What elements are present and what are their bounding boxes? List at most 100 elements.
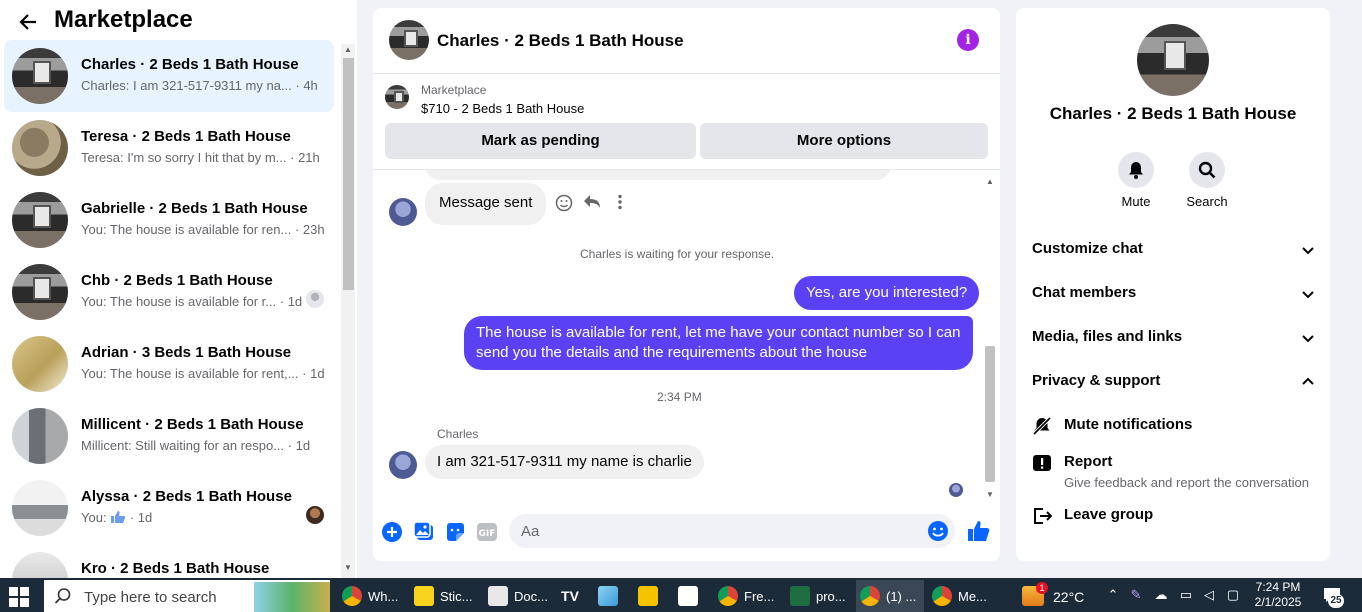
message-input[interactable]: [509, 514, 955, 548]
conversation-list: Charles · 2 Beds 1 Bath House Charles: I…: [4, 40, 334, 578]
plus-icon[interactable]: [381, 521, 403, 543]
conversation-item[interactable]: Charles · 2 Beds 1 Bath House Charles: I…: [4, 40, 334, 112]
scroll-up-icon[interactable]: ▲: [341, 44, 355, 56]
taskbar-app-notepad[interactable]: [594, 580, 624, 612]
system-clock[interactable]: 7:24 PM 2/1/2025: [1248, 580, 1308, 610]
conversation-preview: You: The house is available for r... · 1…: [81, 294, 303, 309]
info-icon[interactable]: i: [957, 29, 979, 51]
mute-notifications-item[interactable]: Mute notifications: [1032, 416, 1322, 440]
conversation-name: Chb · 2 Beds 1 Bath House: [81, 272, 273, 289]
chevron-up-icon: [1302, 377, 1314, 385]
message-thread: Message sent Charles is waiting for your…: [373, 170, 1000, 503]
like-thumbs-up-icon[interactable]: [967, 519, 990, 541]
document-icon: [488, 586, 508, 606]
listing-thumbnail[interactable]: [385, 85, 409, 109]
seen-avatar: [306, 506, 324, 524]
conversation-scrollbar[interactable]: ▲ ▼: [341, 44, 355, 578]
conversation-name: Kro · 2 Beds 1 Bath House: [81, 560, 270, 577]
listing-thumbnail: [12, 480, 68, 536]
taskbar-app-sticky-notes[interactable]: Stic...: [410, 580, 478, 612]
scroll-down-icon[interactable]: ▼: [341, 562, 355, 574]
sticker-icon[interactable]: [444, 521, 466, 543]
more-actions-icon[interactable]: [610, 194, 630, 214]
conversation-item[interactable]: Chb · 2 Beds 1 Bath House You: The house…: [4, 256, 334, 328]
search-label: Search: [1186, 194, 1228, 209]
emoji-icon[interactable]: [927, 520, 949, 542]
taskbar-search[interactable]: Type here to search: [44, 580, 330, 612]
media-files-links-section[interactable]: Media, files and links: [1032, 318, 1316, 358]
pen-icon[interactable]: ✎: [1128, 587, 1144, 603]
chat-avatar[interactable]: [389, 20, 429, 60]
section-title: Chat members: [1032, 284, 1137, 301]
taskbar-app-exness[interactable]: [634, 580, 664, 612]
scroll-down-icon[interactable]: ▼: [983, 489, 997, 501]
message-bubble-partial: [425, 170, 891, 180]
waiting-notice: Charles is waiting for your response.: [580, 247, 775, 261]
listing-thumbnail: [12, 336, 68, 392]
report-item[interactable]: Report Give feedback and report the conv…: [1032, 453, 1322, 493]
conversation-preview: You: The house is available for rent,...…: [81, 366, 325, 381]
conversation-item[interactable]: Teresa · 2 Beds 1 Bath House Teresa: I'm…: [4, 112, 334, 184]
gif-icon[interactable]: GIF: [476, 521, 498, 543]
listing-label: Marketplace: [421, 83, 487, 97]
mute-button[interactable]: Mute: [1106, 152, 1166, 209]
taskbar-app-file[interactable]: [674, 580, 704, 612]
back-arrow-icon[interactable]: [14, 8, 42, 36]
item-label: Report: [1064, 453, 1113, 470]
react-icon[interactable]: [554, 194, 574, 214]
chrome-icon: [718, 586, 738, 606]
listing-description[interactable]: $710 - 2 Beds 1 Bath House: [421, 101, 584, 116]
conversation-item[interactable]: Adrian · 3 Beds 1 Bath House You: The ho…: [4, 328, 334, 400]
temperature: 22°C: [1053, 589, 1085, 605]
taskbar-app-excel[interactable]: pro...: [786, 580, 850, 612]
weather-widget[interactable]: 1 22°C: [1020, 580, 1090, 612]
mark-as-pending-button[interactable]: Mark as pending: [385, 123, 696, 159]
chat-panel: Charles · 2 Beds 1 Bath House i Marketpl…: [373, 8, 1000, 561]
conversation-item[interactable]: Millicent · 2 Beds 1 Bath House Millicen…: [4, 400, 334, 472]
item-label: Mute notifications: [1064, 416, 1193, 433]
taskbar-app-chrome-active[interactable]: (1) ...: [856, 580, 924, 612]
customize-chat-section[interactable]: Customize chat: [1032, 230, 1316, 270]
scroll-thumb[interactable]: [985, 346, 995, 482]
taskbar-app-chrome-2[interactable]: Fre...: [714, 580, 780, 612]
network-icon[interactable]: ▢: [1225, 587, 1241, 603]
page-title: Marketplace: [54, 6, 193, 33]
scroll-up-icon[interactable]: ▲: [983, 176, 997, 188]
chat-members-section[interactable]: Chat members: [1032, 274, 1316, 314]
conversation-item[interactable]: Kro · 2 Beds 1 Bath House: [4, 544, 334, 578]
battery-icon[interactable]: ▭: [1178, 587, 1194, 603]
more-options-button[interactable]: More options: [700, 123, 988, 159]
taskbar-app-document[interactable]: Doc...: [484, 580, 550, 612]
chevron-down-icon: [1302, 335, 1314, 343]
auto-message-bubble: Message sent: [425, 183, 547, 225]
cloud-icon[interactable]: ☁: [1153, 587, 1169, 603]
chat-title[interactable]: Charles · 2 Beds 1 Bath House: [437, 31, 684, 51]
conversation-item[interactable]: Alyssa · 2 Beds 1 Bath House You: · 1d: [4, 472, 334, 544]
photo-icon[interactable]: [413, 521, 435, 543]
windows-taskbar: Type here to search Wh... Stic... Doc...…: [0, 578, 1362, 612]
listing-thumbnail: [12, 48, 68, 104]
profile-avatar[interactable]: [1137, 24, 1209, 96]
scroll-thumb[interactable]: [343, 58, 354, 290]
seen-avatar: [306, 290, 324, 308]
search-highlight-art: [254, 582, 330, 612]
app-label: Me...: [958, 589, 987, 604]
taskbar-app-tradingview[interactable]: TV: [556, 580, 586, 612]
leave-group-item[interactable]: Leave group: [1032, 506, 1322, 530]
privacy-support-section[interactable]: Privacy & support: [1032, 362, 1316, 402]
conversation-item[interactable]: Gabrielle · 2 Beds 1 Bath House You: The…: [4, 184, 334, 256]
leave-icon: [1034, 508, 1052, 524]
volume-icon[interactable]: ◁: [1201, 587, 1217, 603]
sender-avatar: [389, 451, 417, 479]
reply-icon[interactable]: [582, 194, 602, 214]
conversation-preview: Charles: I am 321-517-9311 my na... · 4h: [81, 78, 318, 93]
chat-scrollbar[interactable]: ▲ ▼: [983, 176, 997, 501]
notification-center-icon[interactable]: 25: [1320, 586, 1344, 608]
taskbar-app-chrome[interactable]: Wh...: [338, 580, 402, 612]
conversation-name: Millicent · 2 Beds 1 Bath House: [81, 416, 304, 433]
chevron-up-icon[interactable]: ⌃: [1105, 587, 1121, 603]
search-button[interactable]: Search: [1177, 152, 1237, 209]
listing-thumbnail: [12, 408, 68, 464]
windows-start-icon[interactable]: [8, 586, 30, 608]
taskbar-app-chrome-3[interactable]: Me...: [928, 580, 992, 612]
